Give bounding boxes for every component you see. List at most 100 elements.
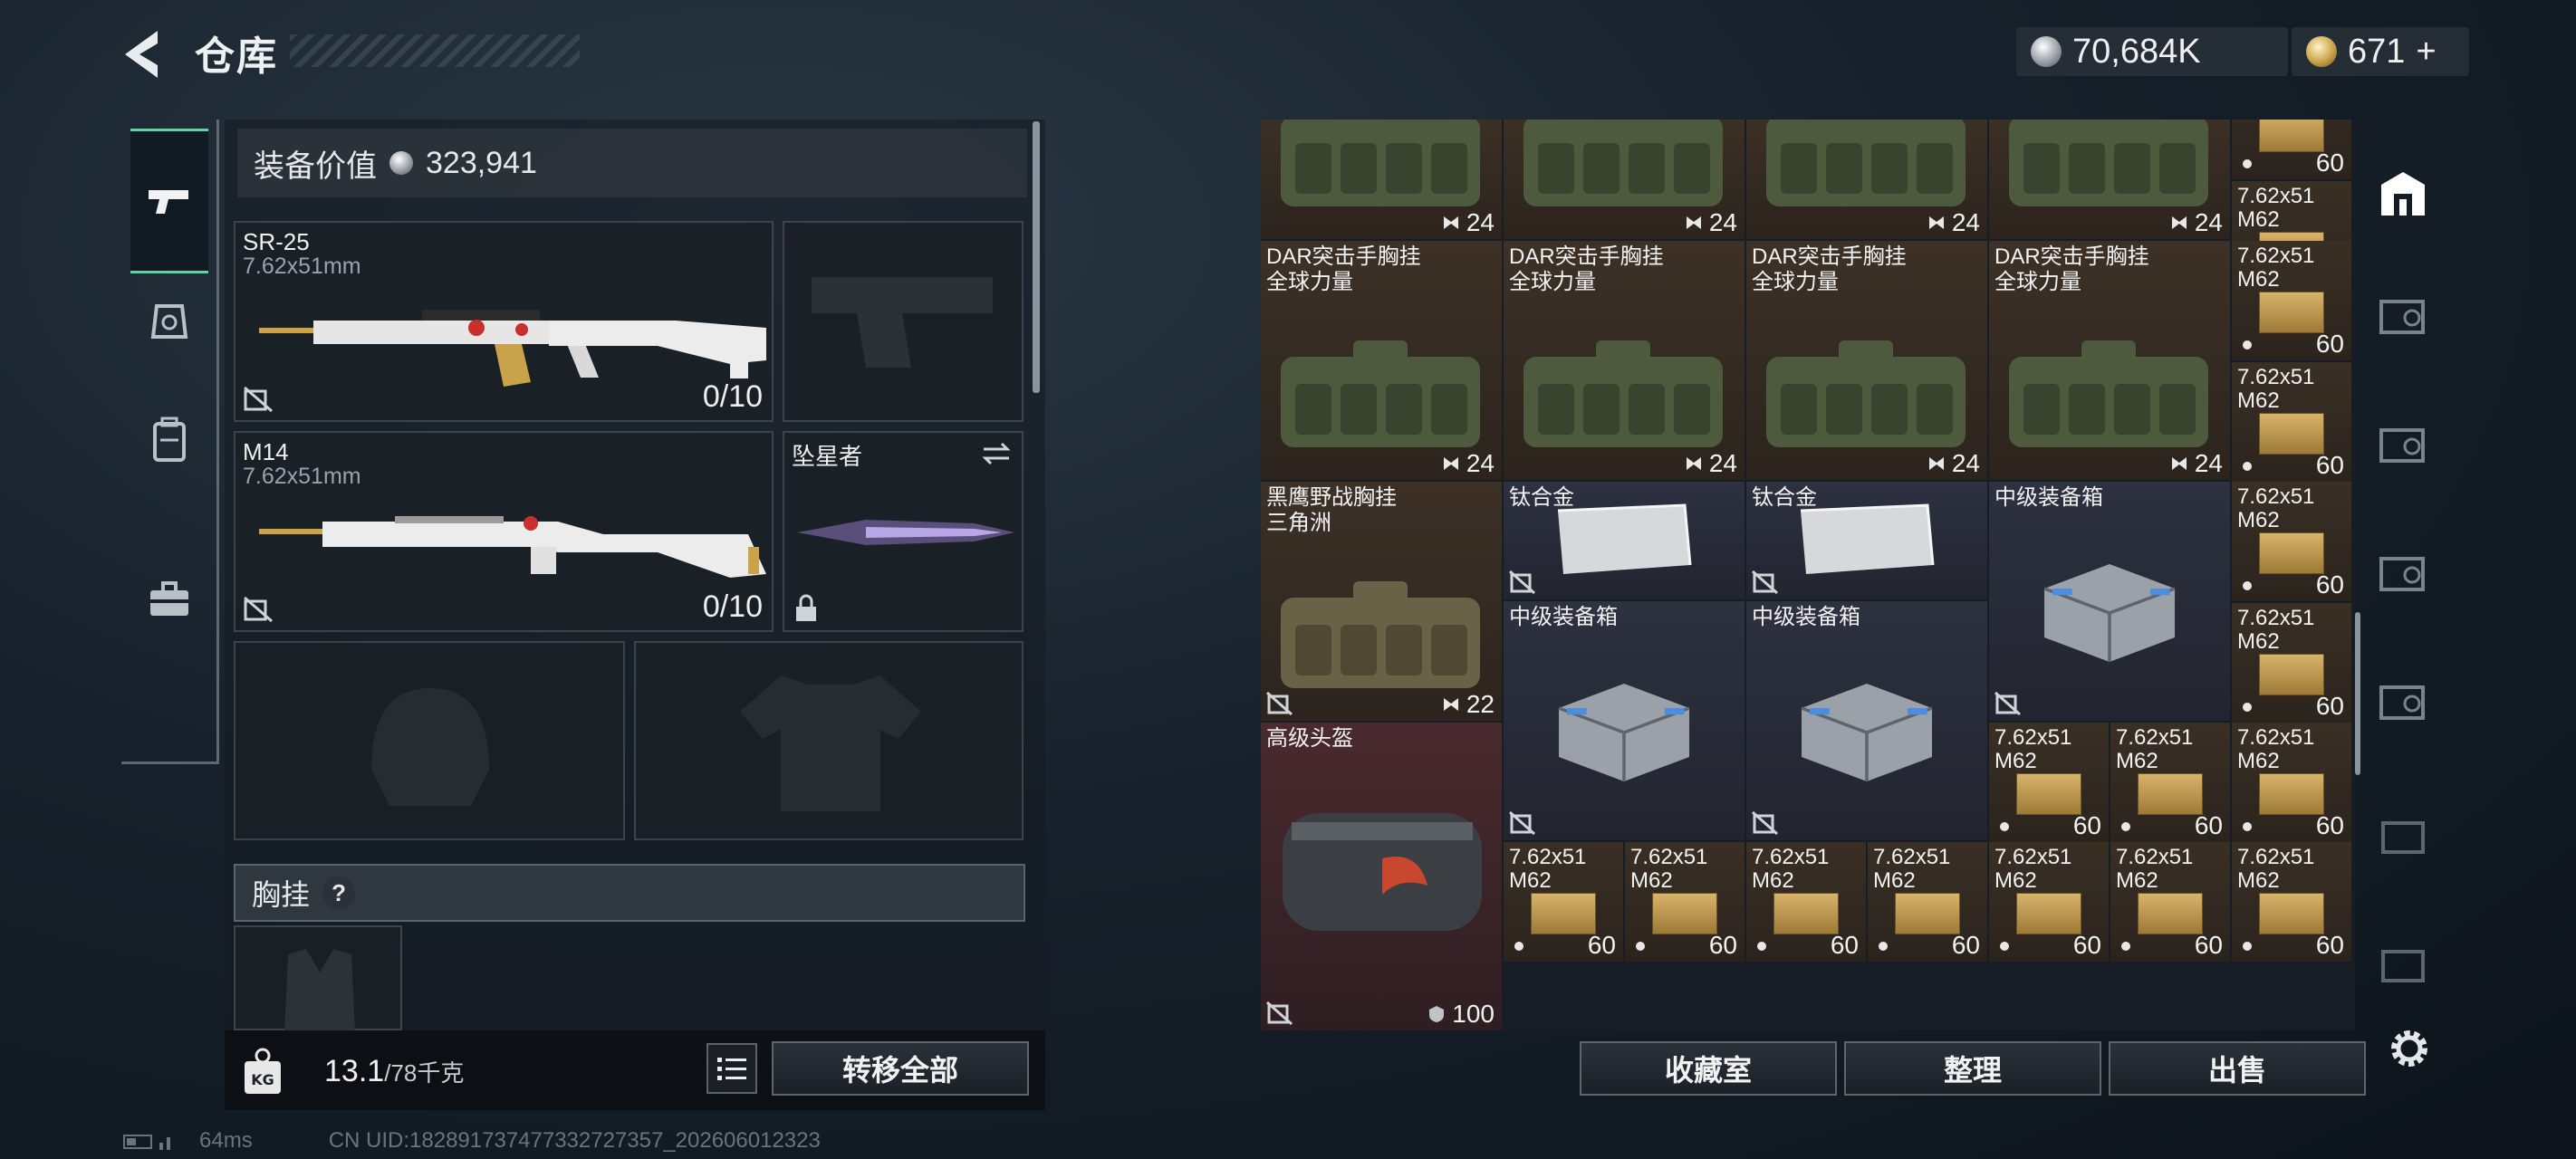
mid-equipment-case-item[interactable]: 中级装备箱	[1504, 601, 1745, 840]
melee-slot[interactable]: 坠星者	[783, 431, 1024, 632]
item-quantity-value: 60	[2315, 692, 2344, 720]
chest-rig-item[interactable]: DAR突击手胸挂 全球力量 24	[1989, 241, 2230, 480]
organize-button[interactable]: 整理	[1844, 1041, 2101, 1096]
titanium-item[interactable]: 钛合金	[1746, 482, 1987, 599]
list-view-button[interactable]	[706, 1043, 757, 1094]
ammo-item[interactable]: 7.62x51M6260	[2232, 842, 2351, 962]
bullet-dot-icon	[2243, 703, 2252, 712]
chest-rig-item[interactable]: 24	[1989, 120, 2230, 239]
no-insurance-icon	[1752, 811, 1778, 835]
chest-rig-image	[2009, 120, 2208, 206]
ammo-item[interactable]: 7.62x51M6260	[1504, 842, 1623, 962]
settings-button[interactable]	[2384, 1023, 2435, 1074]
chest-rig-image	[1766, 120, 1966, 206]
stash-page-6[interactable]	[2371, 806, 2435, 860]
stash-page-icon	[2379, 300, 2425, 334]
item-label: 7.62x51 M62	[2237, 185, 2314, 232]
rig-icon	[1443, 457, 1458, 470]
tab-weapons[interactable]	[130, 129, 208, 273]
ammo-item[interactable]: 7.62x51M6260	[2232, 723, 2351, 842]
stash-page-main[interactable]	[2371, 158, 2435, 230]
sell-button[interactable]: 出售	[2109, 1041, 2366, 1096]
collection-room-button[interactable]: 收藏室	[1580, 1041, 1837, 1096]
ammo-item[interactable]: 7.62x51M6260	[1746, 842, 1866, 962]
primary-weapon-slot-1[interactable]: SR-25 7.62x51mm 0/10	[234, 221, 774, 422]
ammo-item[interactable]: 7.62x51M62 60	[2110, 723, 2230, 842]
chest-rig-item[interactable]: 黑鹰野战胸挂 三角洲 22	[1261, 482, 1502, 721]
titanium-item[interactable]: 钛合金	[1504, 482, 1745, 599]
loadout-scrollbar[interactable]	[1033, 121, 1040, 393]
ammo-type: M62	[1873, 868, 1916, 893]
add-currency-icon[interactable]: +	[2416, 33, 2436, 72]
item-label: 7.62x51 M62	[2237, 846, 2314, 893]
item-quantity-value: 60	[2315, 330, 2344, 358]
ammo-item[interactable]: 7.62x51M6260	[1625, 842, 1745, 962]
chest-rig-image	[1281, 340, 1480, 447]
body-armor-slot[interactable]	[634, 641, 1024, 840]
equipment-case-image	[1801, 684, 1933, 782]
stash-page-7[interactable]	[2371, 934, 2435, 989]
item-quantity: 24	[1927, 208, 1980, 237]
item-quantity: 60	[2195, 811, 2223, 840]
ammo-item[interactable]: 7.62x51M6260	[2232, 362, 2351, 482]
knife-image	[797, 520, 1014, 545]
weapon-name: M14	[243, 438, 289, 465]
item-quantity: 60	[2316, 570, 2344, 599]
uid-readout: CN UID:1828917374773327273​57_2026060123…	[328, 1128, 821, 1153]
item-quantity: 24	[1684, 449, 1737, 478]
item-quantity: 24	[1441, 208, 1495, 237]
chest-rig-help-button[interactable]: ?	[322, 876, 356, 909]
header-decoration	[290, 34, 580, 67]
item-quantity-value: 24	[1951, 449, 1980, 477]
tab-case[interactable]	[130, 581, 208, 753]
primary-weapon-slot-2[interactable]: M14 7.62x51mm 0/10	[234, 431, 774, 632]
item-quantity-value: 24	[2194, 449, 2223, 477]
helmet-slot[interactable]	[234, 641, 625, 840]
transfer-all-button[interactable]: 转移全部	[772, 1041, 1029, 1096]
item-quantity: 60	[2316, 451, 2344, 480]
rig-icon	[1928, 457, 1944, 470]
chest-rig-slot[interactable]	[234, 925, 402, 1032]
currency-gold[interactable]: 671 +	[2292, 27, 2469, 76]
ammo-item[interactable]: 7.62x51M6260	[1989, 723, 2109, 842]
stash-page-5[interactable]	[2371, 674, 2435, 728]
stash-page-2[interactable]	[2371, 288, 2435, 342]
back-button[interactable]	[118, 25, 168, 83]
chest-rig-item[interactable]: DAR突击手胸挂 全球力量 24	[1504, 241, 1745, 480]
chest-rig-item[interactable]: 24	[1261, 120, 1502, 239]
tab-backpack[interactable]	[130, 417, 208, 590]
ammo-type: M62	[2116, 749, 2158, 773]
chest-rig-item[interactable]: DAR突击手胸挂 全球力量 24	[1261, 241, 1502, 480]
swap-icon[interactable]	[980, 440, 1013, 467]
backpack-icon	[153, 417, 186, 462]
stash-page-4[interactable]	[2371, 545, 2435, 599]
currency-silver-value: 70,684K	[2072, 32, 2201, 71]
item-label: 7.62x51 M62	[2237, 607, 2314, 654]
chest-rig-item[interactable]: 24	[1746, 120, 1987, 239]
bullet-dot-icon	[2243, 581, 2252, 590]
stash-page-3[interactable]	[2371, 417, 2435, 471]
stash-scrollbar[interactable]	[2355, 612, 2360, 775]
ammo-item[interactable]: 7.62x51M62 60	[2232, 603, 2351, 723]
helmet-item[interactable]: 高级头盔 100	[1261, 723, 1502, 1030]
item-label: 7.62x51 M62	[2116, 726, 2193, 773]
ammo-item[interactable]: 7.62x51M6260	[2110, 842, 2230, 962]
chest-rig-item[interactable]: DAR突击手胸挂 全球力量 24	[1746, 241, 1987, 480]
ammo-caliber: 7.62x51	[2237, 606, 2315, 630]
ammo-item[interactable]: 7.62x51M6260	[2232, 482, 2351, 601]
mid-equipment-case-item[interactable]: 中级装备箱	[1746, 601, 1987, 840]
item-quantity: 24	[1684, 208, 1737, 237]
ammo-item[interactable]: 7.62x51M6260	[1868, 842, 1987, 962]
chest-rig-image	[1281, 120, 1480, 206]
ammo-item[interactable]: 7.62x51M6260	[2232, 120, 2351, 179]
sidearm-slot[interactable]	[783, 221, 1024, 422]
ammo-type: M62	[2237, 629, 2280, 654]
ammo-item[interactable]: 7.62x51M6260	[2232, 241, 2351, 360]
ammo-item[interactable]: 7.62x51M6260	[1989, 842, 2109, 962]
item-name: DAR突击手胸挂	[1752, 244, 1907, 269]
ammo-caliber: 7.62x51	[1509, 845, 1587, 869]
mid-equipment-case-item[interactable]: 中级装备箱	[1989, 482, 2230, 721]
lock-icon	[796, 594, 816, 621]
chest-rig-item[interactable]: 24	[1504, 120, 1745, 239]
weapon-name: SR-25	[243, 228, 310, 255]
